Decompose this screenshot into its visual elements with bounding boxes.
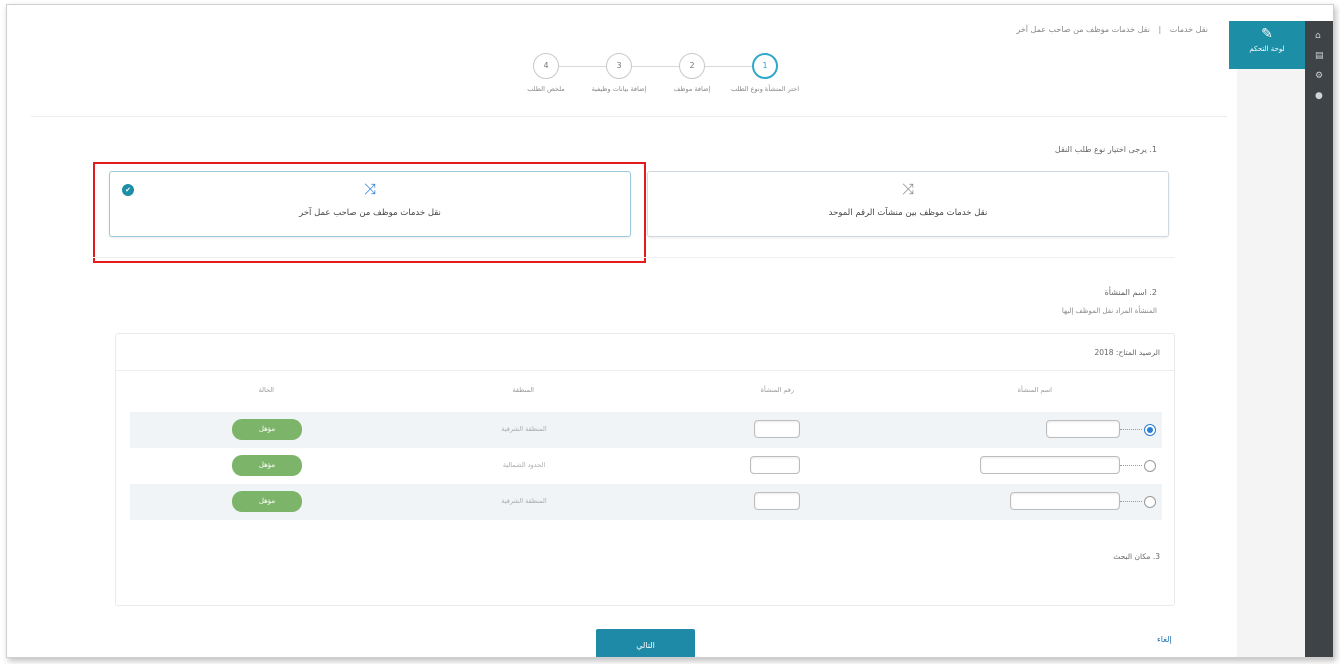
establishment-name-field[interactable] — [1010, 492, 1120, 510]
connector — [1120, 465, 1142, 466]
question-1-title: 1. يرجى اختيار نوع طلب النقل — [1054, 145, 1157, 154]
divider — [116, 370, 1174, 371]
region-cell: الحدود الشمالية — [502, 461, 546, 469]
row-radio[interactable] — [1144, 496, 1156, 508]
settings-icon[interactable]: ⚙ — [1315, 71, 1327, 81]
breadcrumb-item[interactable]: نقل خدمات — [1170, 25, 1208, 34]
row-radio[interactable] — [1144, 460, 1156, 472]
row-radio[interactable] — [1144, 424, 1156, 436]
breadcrumb-item: نقل خدمات موظف من صاحب عمل آخر — [1016, 25, 1150, 34]
region-cell: المنطقة الشرقية — [501, 425, 547, 433]
table-row[interactable]: المنطقة الشرقية مؤهل — [130, 412, 1162, 448]
stepper: 4 ملخص الطلب 3 إضافة بيانات وظيفية 2 إضا… — [497, 53, 799, 113]
user-icon[interactable]: ● — [1315, 91, 1327, 101]
establishment-number-field[interactable] — [754, 420, 800, 438]
home-icon[interactable]: ⌂ — [1315, 31, 1327, 41]
sidebar-item-dashboard[interactable]: ✎ لوحة التحكم — [1229, 21, 1305, 69]
highlight-box — [93, 162, 646, 263]
establishment-number-field[interactable] — [754, 492, 800, 510]
next-button[interactable]: التالي — [596, 629, 695, 657]
edit-icon: ✎ — [1261, 26, 1273, 42]
connector — [1120, 429, 1142, 430]
balance-label: الرصيد المتاح: 2018 — [1094, 348, 1160, 357]
establishment-name-field[interactable] — [1046, 420, 1120, 438]
establishment-number-field[interactable] — [750, 456, 800, 474]
step-4: 4 ملخص الطلب — [511, 53, 581, 93]
connector — [1120, 501, 1142, 502]
app-window: نقل خدمات | نقل خدمات موظف من صاحب عمل آ… — [6, 4, 1334, 658]
status-badge: مؤهل — [232, 491, 302, 512]
table-row[interactable]: المنطقة الشرقية مؤهل — [130, 484, 1162, 520]
step-2: 2 إضافة موظف — [657, 53, 727, 93]
establishment-name-field[interactable] — [980, 456, 1120, 474]
section-3-title: 3. مكان البحث — [1113, 552, 1160, 561]
option-label: نقل خدمات موظف بين منشآت الرقم الموحد — [828, 208, 988, 218]
document-icon[interactable]: ▤ — [1315, 51, 1327, 61]
col-header-number: رقم المنشأة — [760, 386, 794, 394]
page-header: نقل خدمات | نقل خدمات موظف من صاحب عمل آ… — [31, 5, 1227, 117]
question-2-subtitle: المنشأة المراد نقل الموظف إليها — [1061, 307, 1157, 315]
question-2-title: 2. اسم المنشأة — [1104, 288, 1157, 297]
option-unified-number[interactable]: ⤨ نقل خدمات موظف بين منشآت الرقم الموحد — [647, 171, 1169, 237]
step-1: 1 اختر المنشأة ونوع الطلب — [730, 53, 800, 93]
col-header-status: الحالة — [258, 386, 274, 394]
breadcrumb: نقل خدمات | نقل خدمات موظف من صاحب عمل آ… — [1016, 25, 1208, 34]
status-badge: مؤهل — [232, 419, 302, 440]
col-header-name: اسم المنشأة — [1017, 386, 1052, 394]
divider — [93, 257, 1175, 258]
col-header-region: المنطقة — [512, 386, 534, 394]
sidebar-rail: ⌂ ▤ ⚙ ● — [1305, 21, 1333, 657]
table-row[interactable]: الحدود الشمالية مؤهل — [130, 448, 1162, 484]
sidebar-panel — [1237, 69, 1305, 657]
cancel-link[interactable]: إلغاء — [1157, 635, 1172, 644]
shuffle-icon: ⤨ — [901, 180, 914, 198]
establishments-table: الرصيد المتاح: 2018 اسم المنشأة رقم المن… — [115, 333, 1175, 606]
status-badge: مؤهل — [232, 455, 302, 476]
region-cell: المنطقة الشرقية — [501, 497, 547, 505]
step-3: 3 إضافة بيانات وظيفية — [584, 53, 654, 93]
